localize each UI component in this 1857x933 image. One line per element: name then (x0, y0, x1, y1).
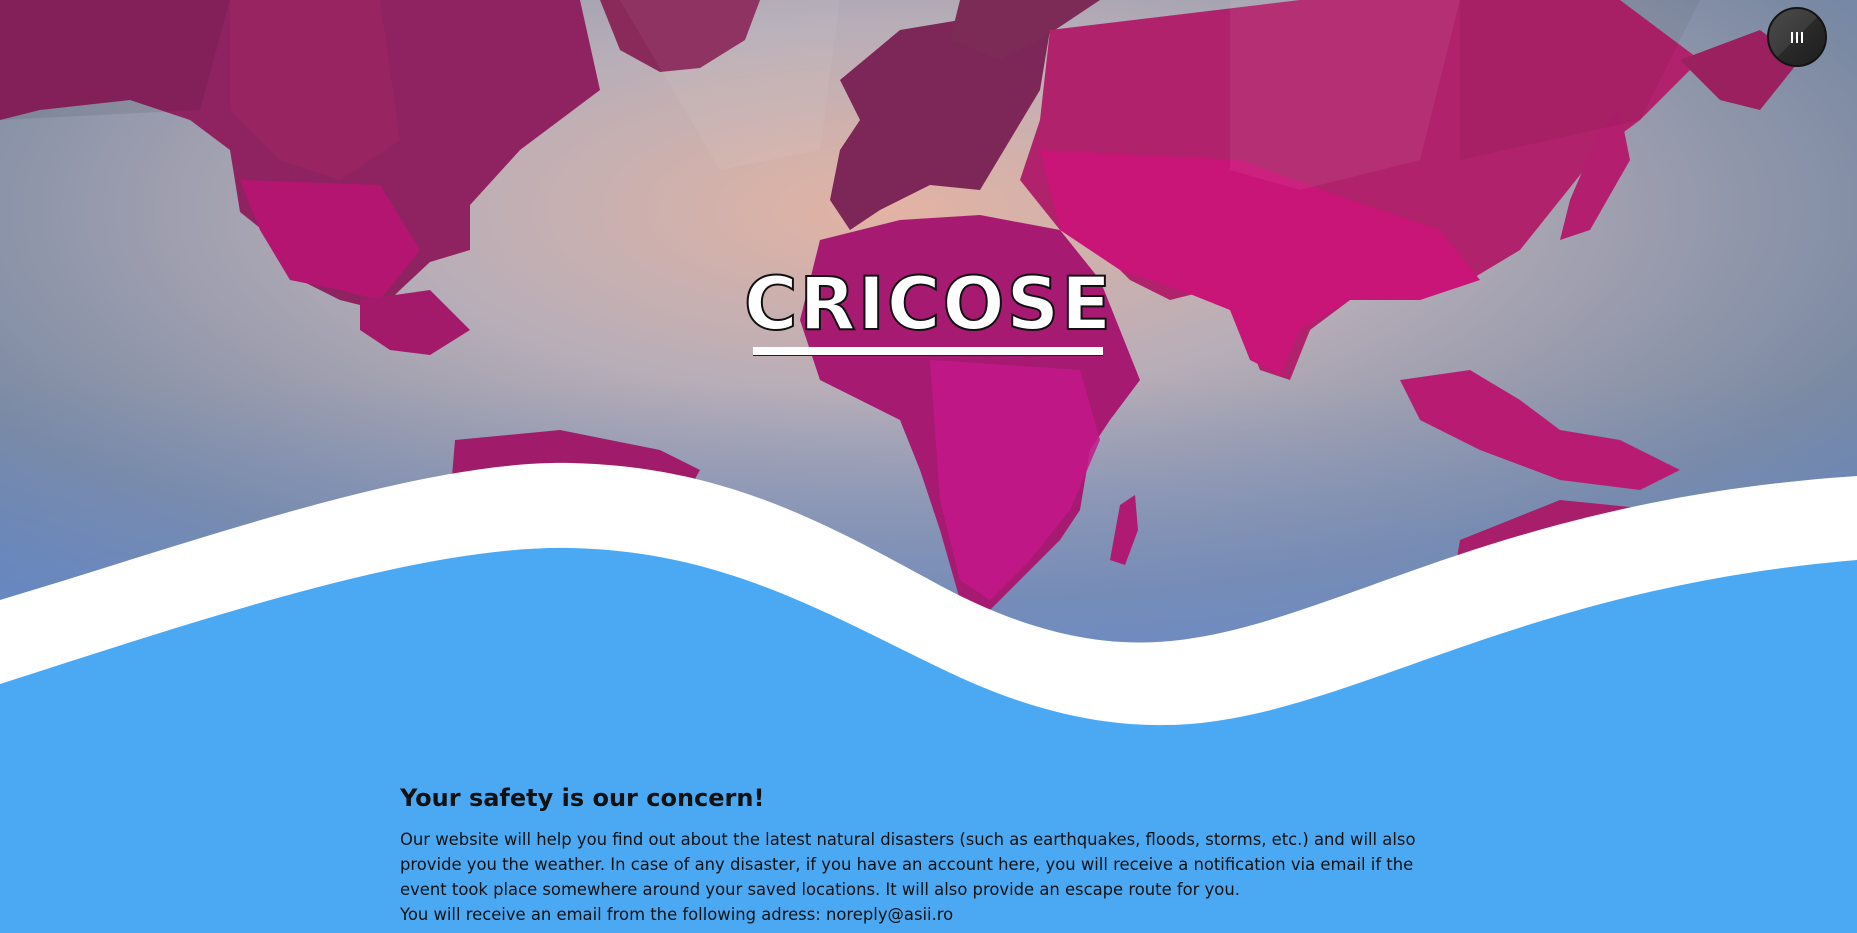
description-paragraph: Our website will help you find out about… (400, 829, 1416, 899)
about-section: Your safety is our concern! Our website … (400, 784, 1460, 927)
section-heading: Your safety is our concern! (400, 784, 765, 812)
email-notice: You will receive an email from the follo… (400, 904, 954, 924)
menu-button[interactable] (1767, 7, 1827, 67)
title-underline (753, 347, 1103, 356)
site-title: CRICOSE (743, 262, 1114, 347)
hamburger-vertical-icon (1791, 31, 1803, 43)
landing-page: CRICOSE Your safety is our concern! Our … (0, 0, 1857, 933)
